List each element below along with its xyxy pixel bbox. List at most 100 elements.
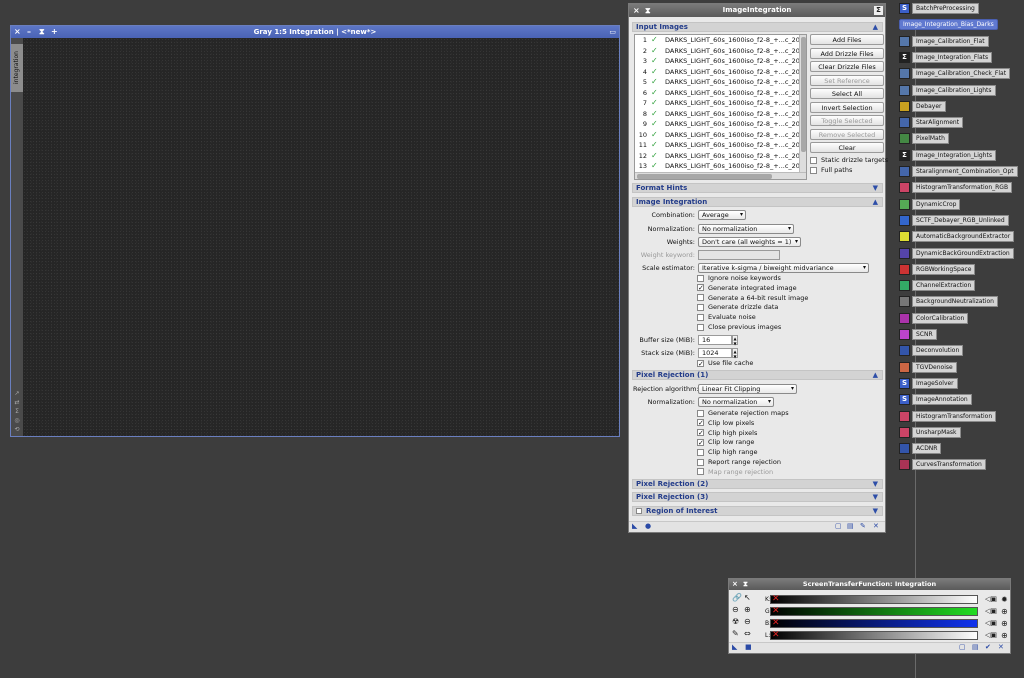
stf-channel-row[interactable]: G: ✕ ◁▣ ⊕ (765, 606, 1013, 617)
list-item[interactable]: 7 ✓ DARKS_LIGHT_60s_1600iso_f2-8_+...c_201… (635, 98, 806, 109)
minimize-icon[interactable]: – (27, 26, 31, 38)
channel-gradient-slider[interactable] (770, 607, 978, 616)
process-icon[interactable]: HistogramTransformation_RGB (899, 181, 1013, 194)
rejection-option-checkbox[interactable]: ✓ Clip low range (697, 438, 754, 447)
reset-channel-icon[interactable]: ◁▣ (985, 606, 997, 617)
process-icon[interactable]: Deconvolution (899, 344, 964, 357)
preferences-icon[interactable]: ✎ (860, 522, 866, 530)
use-file-cache-checkbox[interactable]: ✓ Use file cache (697, 359, 753, 368)
buffer-size-stepper[interactable]: ▲ ▼ (732, 335, 738, 346)
shade-icon[interactable]: ⧗ (39, 26, 45, 38)
process-icon[interactable]: TGVDenoise (899, 361, 957, 374)
process-icon[interactable]: Debayer (899, 100, 946, 113)
scale-estimator-select[interactable]: Iterative k-sigma / biweight midvariance… (698, 263, 869, 273)
remove-selected-button[interactable]: Remove Selected (810, 128, 884, 140)
section-pixel-rejection-1[interactable]: Pixel Rejection (1) ▲ (632, 370, 883, 380)
weights-select[interactable]: Don't care (all weights = 1) ▾ (698, 237, 801, 247)
process-icon[interactable]: StarAlignment (899, 116, 964, 129)
checkbox[interactable]: ✓ (697, 359, 704, 367)
process-icon[interactable]: SCNR (899, 328, 937, 341)
section-image-integration[interactable]: Image Integration ▲ (632, 197, 883, 207)
input-images-list[interactable]: 1 ✓ DARKS_LIGHT_60s_1600iso_f2-8_+...c_201… (634, 34, 807, 180)
channel-tool-icon[interactable]: ⊕ (1001, 606, 1008, 617)
process-icon[interactable]: Staralignment_Combination_Opt (899, 165, 1018, 178)
vertical-scrollbar[interactable] (799, 35, 806, 179)
browse-documentation-icon[interactable]: ▢ (835, 522, 842, 530)
full-paths-checkbox[interactable]: Full paths (810, 166, 852, 175)
list-item[interactable]: 2 ✓ DARKS_LIGHT_60s_1600iso_f2-8_+...c_201… (635, 46, 806, 57)
expand-icon[interactable]: ▼ (873, 493, 878, 502)
channel-gradient-slider[interactable] (770, 631, 978, 640)
checkbox[interactable] (810, 156, 817, 164)
checkbox[interactable]: ✓ (697, 284, 704, 292)
process-icon[interactable]: SCTF_Debayer_RGB_Unlinked (899, 214, 1009, 227)
channel-tool-icon[interactable]: ✹ (1001, 594, 1008, 605)
process-icon-label[interactable]: TGVDenoise (912, 361, 957, 373)
enabled-check-icon[interactable]: ✓ (651, 130, 661, 141)
checkbox[interactable]: ✓ (697, 429, 704, 437)
process-icon-label[interactable]: PixelMath (912, 133, 949, 145)
expand-icon[interactable]: ▼ (873, 480, 878, 489)
process-icon-label[interactable]: RGBWorkingSpace (912, 263, 976, 275)
combination-select[interactable]: Average ▾ (698, 210, 746, 220)
collapse-icon[interactable]: ▲ (873, 371, 878, 380)
process-icon-label[interactable]: Image_Integration_Bias_Darks (899, 19, 998, 31)
integration-option-checkbox[interactable]: Generate a 64-bit result image (697, 294, 808, 303)
close-icon[interactable]: × (14, 26, 21, 38)
section-region-of-interest[interactable]: Region of Interest ▼ (632, 506, 883, 516)
auto-stretch-icon[interactable]: ☢ (732, 617, 739, 626)
list-item[interactable]: 8 ✓ DARKS_LIGHT_60s_1600iso_f2-8_+...c_201… (635, 109, 806, 120)
add-drizzle-files-button[interactable]: Add Drizzle Files (810, 47, 884, 59)
apply-global-icon[interactable]: ● (645, 522, 651, 530)
process-icon-label[interactable]: AutomaticBackgroundExtractor (912, 231, 1015, 243)
checkbox[interactable] (697, 274, 704, 282)
dialog-titlebar[interactable]: × ⧗ ImageIntegration Σ (629, 4, 885, 17)
rejection-option-checkbox[interactable]: Report range rejection (697, 458, 781, 467)
checkbox[interactable] (697, 448, 704, 456)
image-canvas[interactable] (23, 38, 619, 436)
process-icon[interactable]: BackgroundNeutralization (899, 295, 998, 308)
integration-option-checkbox[interactable]: Close previous images (697, 323, 781, 332)
link-channels-icon[interactable]: 🔗 (732, 593, 742, 602)
documentation-icon[interactable]: ▢ (959, 643, 966, 651)
process-icon-label[interactable]: Deconvolution (912, 345, 964, 357)
zoom-in-icon[interactable]: ⊕ (744, 605, 751, 614)
integration-option-checkbox[interactable]: Evaluate noise (697, 313, 756, 322)
enabled-check-icon[interactable]: ✓ (651, 151, 661, 162)
image-window-titlebar[interactable]: × – ⧗ + Gray 1:5 Integration | <*new*> ▭ (11, 26, 619, 38)
channel-tool-icon[interactable]: ⊕ (1001, 630, 1008, 641)
reset-channel-icon[interactable]: ◁▣ (985, 594, 997, 605)
stf-titlebar[interactable]: × ⧗ ScreenTransferFunction: Integration (729, 579, 1010, 590)
sidebar-tools[interactable]: ↗ ⇄ Σ ◎ ⟲ (12, 389, 22, 434)
process-icon[interactable]: Image_Calibration_Flat (899, 35, 989, 48)
collapse-icon[interactable]: ▲ (873, 198, 878, 207)
process-icon-label[interactable]: ColorCalibration (912, 312, 969, 324)
checkbox[interactable] (636, 508, 642, 514)
process-icon[interactable]: DynamicCrop (899, 198, 961, 211)
track-view-icon[interactable]: ✔ (985, 643, 991, 651)
stack-size-stepper[interactable]: ▲ ▼ (732, 348, 738, 359)
process-icon-label[interactable]: BatchPreProcessing (912, 3, 979, 14)
checkbox[interactable] (697, 294, 704, 302)
process-icon-label[interactable]: ACDNR (912, 443, 942, 455)
new-instance-icon[interactable]: ◣ (732, 643, 737, 651)
process-icon-label[interactable]: UnsharpMask (912, 426, 961, 438)
rejection-normalization-select[interactable]: No normalization ▾ (698, 397, 774, 407)
enabled-check-icon[interactable]: ✓ (651, 140, 661, 151)
clear-button[interactable]: Clear (810, 142, 884, 153)
edit-icon[interactable]: ✎ (732, 629, 739, 638)
channel-gradient-slider[interactable] (770, 595, 978, 604)
process-icon-label[interactable]: Debayer (912, 100, 946, 112)
process-icon-label[interactable]: Image_Integration_Flats (912, 51, 993, 63)
enabled-check-icon[interactable]: ✓ (651, 46, 661, 57)
list-item[interactable]: 5 ✓ DARKS_LIGHT_60s_1600iso_f2-8_+...c_201… (635, 77, 806, 88)
process-icon-label[interactable]: Staralignment_Combination_Opt (912, 166, 1018, 177)
static-drizzle-checkbox[interactable]: Static drizzle targets (810, 156, 888, 165)
enabled-check-icon[interactable]: ✓ (651, 77, 661, 88)
integration-option-checkbox[interactable]: ✓ Generate integrated image (697, 284, 797, 293)
horizontal-scrollbar[interactable] (635, 172, 806, 179)
process-icon-label[interactable]: CurvesTransformation (912, 459, 986, 471)
stf-channel-row[interactable]: K: ✕ ◁▣ ✹ (765, 594, 1013, 605)
process-icon-label[interactable]: Image_Calibration_Flat (912, 35, 989, 47)
image-integration-dialog[interactable]: × ⧗ ImageIntegration Σ Input Images ▲ 1 ✓… (628, 3, 888, 533)
